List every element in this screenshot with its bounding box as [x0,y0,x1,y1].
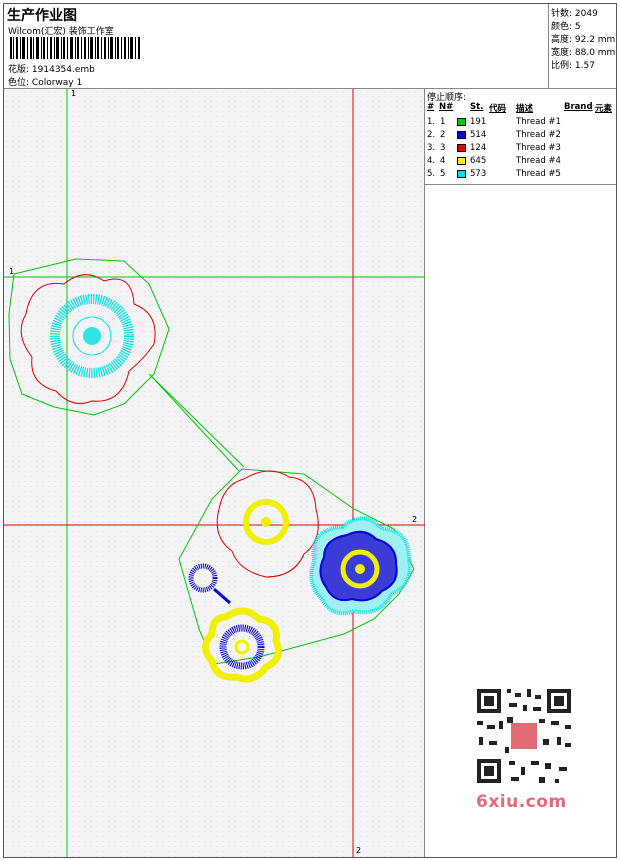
file-value: 1914354.emb [31,65,95,75]
row-n: 2 [440,130,446,140]
row-num: 2. [427,130,436,140]
worksheet: 生产作业图 Wilcom(汇宏) 装饰工作室 花版: 1914354.emb 色… [3,3,617,858]
stop-sequence-table: 停止顺序: # N# St. 代码 描述 Brand 元素 1. 1 191 T… [425,89,616,185]
embroidery-design [4,89,425,857]
color-swatch [457,157,466,165]
file-info: 花版: 1914354.emb [8,62,95,75]
col-n: N# [439,102,454,112]
row-n: 3 [440,143,446,153]
axis-label-v1: 1 [71,89,77,98]
watermark-text: 6xiu.com [476,792,567,812]
row-num: 1. [427,117,436,127]
design-height: 高度: 92.2 mm [551,35,616,45]
col-element: 元素 [595,104,613,114]
design-scale: 比例: 1.57 [551,61,595,71]
axis-label-v2: 2 [356,846,362,855]
qr-code-icon [469,681,579,791]
row-desc: Thread #1 [516,117,561,127]
table-row: 1. 1 191 Thread #1 [425,117,616,130]
row-num: 4. [427,156,436,166]
stats-panel: 针数: 2049 颜色: 5 高度: 92.2 mm 宽度: 88.0 mm 比… [549,4,616,89]
colorway-label: 色位: [8,78,30,88]
row-n: 4 [440,156,446,166]
row-code: 124 [470,143,487,153]
colorway-info: 色位: Colorway 1 [8,75,82,88]
col-st: St. [470,102,484,112]
yellow-center-middle [261,517,271,527]
qr-logo [511,723,537,749]
row-code: 514 [470,130,487,140]
design-canvas: 1 1 2 2 [4,89,425,857]
blue-small-stem [213,587,231,605]
row-desc: Thread #4 [516,156,561,166]
row-code: 191 [470,117,487,127]
file-label: 花版: [8,65,30,75]
table-row: 3. 3 124 Thread #3 [425,143,616,156]
color-count: 颜色: 5 [551,22,581,32]
col-num: # [427,102,435,112]
col-brand: Brand [564,102,593,112]
page-title: 生产作业图 [7,8,77,24]
col-desc: 描述 [516,104,534,114]
blue-small-flower [188,563,218,593]
row-num: 5. [427,169,436,179]
design-width: 宽度: 88.0 mm [551,48,616,58]
color-swatch [457,170,466,178]
green-connector [148,373,245,472]
axis-label-h2: 2 [412,515,418,524]
axis-label-h1: 1 [9,267,15,276]
row-n: 1 [440,117,446,127]
table-row: 2. 2 514 Thread #2 [425,130,616,143]
row-n: 5 [440,169,446,179]
colorway-value: Colorway 1 [31,78,83,88]
row-desc: Thread #5 [516,169,561,179]
company-name: Wilcom(汇宏) 装饰工作室 [8,27,114,37]
col-code: 代码 [489,104,507,114]
color-swatch [457,118,466,126]
cyan-center-top [83,327,101,345]
yellow-center-bottom [234,639,250,655]
color-swatch [457,144,466,152]
row-code: 573 [470,169,487,179]
row-code: 645 [470,156,487,166]
yellow-center-right [355,564,365,574]
color-swatch [457,131,466,139]
barcode-icon [10,37,140,59]
header-panel: 生产作业图 Wilcom(汇宏) 装饰工作室 花版: 1914354.emb 色… [4,4,549,89]
row-num: 3. [427,143,436,153]
row-desc: Thread #2 [516,130,561,140]
yellow-flower-bottom [202,607,282,683]
stitch-count: 针数: 2049 [551,9,598,19]
table-row: 4. 4 645 Thread #4 [425,156,616,169]
row-desc: Thread #3 [516,143,561,153]
table-row: 5. 5 573 Thread #5 [425,169,616,182]
blue-ring-bottom [219,624,265,670]
